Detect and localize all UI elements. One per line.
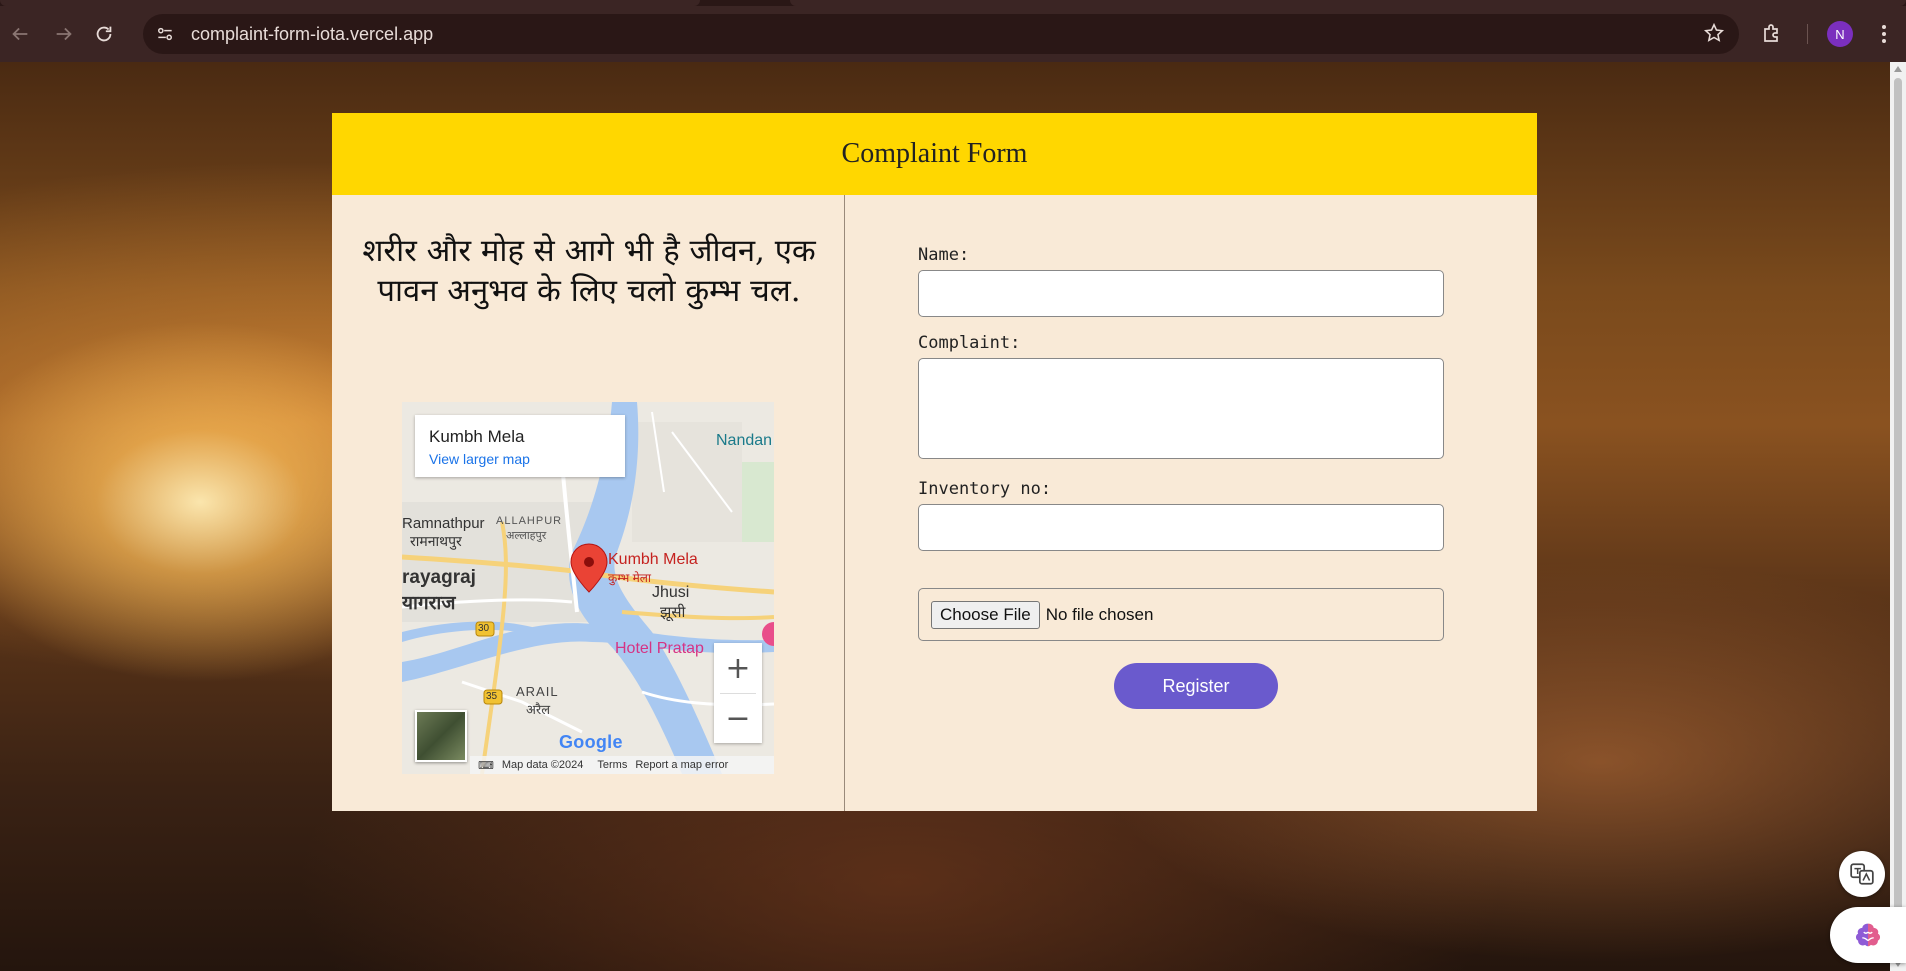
map-label-prayagraj-hi: यागराज (402, 593, 456, 614)
site-settings-icon[interactable] (153, 22, 177, 46)
scrollbar-thumb[interactable] (1894, 78, 1902, 946)
map-label-kumbh-hi: कुम्भ मेला (608, 571, 652, 585)
inventory-input[interactable] (918, 504, 1444, 551)
column-divider (844, 195, 845, 811)
map-label-ramnathpur-hi: रामनाथपुर (410, 533, 462, 549)
embedded-map[interactable]: Nandan Water ALLAHPUR अल्लाहपुर Ramnathp… (402, 402, 774, 774)
forward-button[interactable] (46, 16, 82, 52)
map-data-text: Map data ©2024 (501, 759, 584, 771)
map-label-jhusi: Jhusi (652, 584, 690, 601)
card-body: शरीर और मोह से आगे भी है जीवन, एक पावन अ… (332, 195, 1537, 811)
translate-button[interactable] (1839, 851, 1885, 897)
page-viewport: Complaint Form शरीर और मोह से आगे भी है … (0, 62, 1890, 971)
back-button[interactable] (2, 16, 38, 52)
map-label-jhusi-hi: झूसी (660, 604, 686, 621)
keyboard-icon[interactable]: ⌨ (478, 759, 494, 772)
report-map-error-link[interactable]: Report a map error (635, 759, 728, 771)
complaint-card: Complaint Form शरीर और मोह से आगे भी है … (332, 113, 1537, 811)
profile-avatar[interactable]: N (1827, 21, 1853, 47)
kebab-menu-icon[interactable] (1872, 22, 1896, 51)
map-label-allahpur: ALLAHPUR (496, 515, 563, 527)
toolbar-divider (1807, 24, 1808, 44)
map-label-ramnathpur: Ramnathpur (402, 515, 485, 532)
complaint-label: Complaint: (918, 333, 1021, 353)
map-label-prayagraj: rayagraj (402, 567, 476, 588)
zoom-out-button[interactable]: − (714, 693, 762, 743)
arrow-left-icon (12, 27, 28, 41)
form-title: Complaint Form (332, 113, 1537, 195)
map-place-name: Kumbh Mela (429, 427, 525, 446)
translate-icon (1850, 863, 1874, 885)
hindi-quote: शरीर और मोह से आगे भी है जीवन, एक पावन अ… (362, 233, 816, 309)
map-info-card: Kumbh Mela View larger map (415, 415, 625, 477)
bookmark-star-icon[interactable] (1703, 22, 1725, 49)
choose-file-button[interactable]: Choose File (931, 600, 1040, 629)
address-bar[interactable]: complaint-form-iota.vercel.app (143, 14, 1739, 54)
map-label-nandan: Nandan Water (716, 432, 774, 449)
view-larger-map-link[interactable]: View larger map (429, 451, 530, 467)
zoom-divider (720, 693, 756, 694)
map-label-arail-hi: अरैल (526, 702, 551, 717)
file-upload-field: Choose File No file chosen (918, 588, 1444, 641)
url-text[interactable]: complaint-form-iota.vercel.app (191, 24, 433, 45)
road-shield-30: 30 (478, 623, 490, 634)
scroll-up-arrow-icon[interactable] (1894, 66, 1902, 72)
brain-icon (1855, 923, 1881, 947)
register-button[interactable]: Register (1114, 663, 1278, 709)
complaint-textarea[interactable] (918, 358, 1444, 459)
map-label-kumbh: Kumbh Mela (608, 551, 698, 568)
satellite-toggle-button[interactable] (415, 710, 467, 762)
reload-button[interactable] (86, 16, 122, 52)
arrow-right-icon (56, 27, 72, 41)
map-label-arail: ARAIL (516, 684, 559, 699)
google-logo-text: Google (559, 732, 623, 752)
name-input[interactable] (918, 270, 1444, 317)
name-label: Name: (918, 245, 970, 265)
browser-toolbar: complaint-form-iota.vercel.app N (0, 6, 1906, 62)
file-status-text: No file chosen (1045, 604, 1154, 624)
puzzle-icon[interactable] (1760, 22, 1784, 51)
google-logo: Google (559, 732, 623, 753)
map-label-allahpur-hi: अल्लाहपुर (506, 530, 547, 542)
page-scrollbar[interactable] (1890, 62, 1906, 971)
road-shield-35: 35 (486, 691, 498, 702)
inventory-label: Inventory no: (918, 479, 1052, 499)
map-terms-link[interactable]: Terms (597, 759, 627, 771)
map-footer: ⌨ Map data ©2024 Terms Report a map erro… (470, 756, 774, 774)
ai-assistant-button[interactable] (1830, 907, 1906, 963)
map-label-hotel-pratap: Hotel Pratap (615, 640, 704, 657)
map-zoom-control: + − (714, 643, 762, 743)
reload-icon (96, 26, 112, 42)
zoom-in-button[interactable]: + (714, 643, 762, 693)
